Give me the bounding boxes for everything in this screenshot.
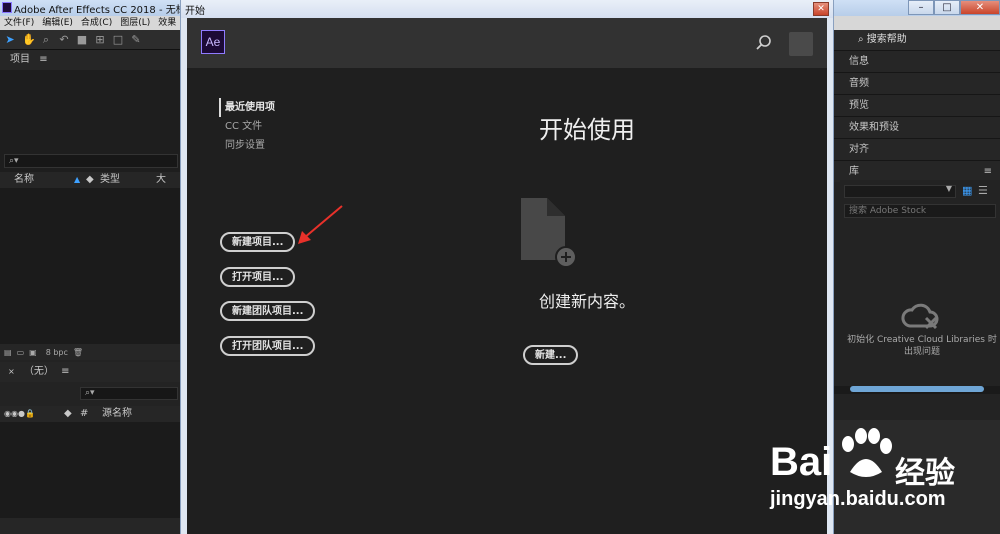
menu-file[interactable]: 文件(F): [4, 16, 34, 30]
search-icon[interactable]: [755, 34, 773, 52]
ae-logo: Ae: [201, 30, 225, 54]
pen-tool-icon[interactable]: ✎: [130, 33, 142, 46]
work-area-bar[interactable]: [850, 386, 984, 392]
zoom-tool-icon[interactable]: ⌕: [40, 33, 52, 46]
app-title: Adobe After Effects CC 2018 - 无标题项: [14, 5, 206, 16]
tools-bar: ➤ ✋ ⌕ ↶ ■ ⊞ □ ✎: [0, 30, 180, 50]
dialog-content: Ae 最近使用项 CC 文件 同步设置 新建项目... 打开项目... 新建团队…: [187, 18, 827, 534]
menu-bar: 文件(F) 编辑(E) 合成(C) 图层(L) 效果: [0, 16, 180, 30]
interpret-footage-icon[interactable]: ▤: [4, 348, 12, 357]
help-search-label: 搜索帮助: [866, 34, 907, 45]
panel-audio[interactable]: 音频: [834, 72, 1000, 94]
timeline-panel-title[interactable]: （无）: [24, 366, 54, 377]
timeline-column-header: ◉◉●🔒 ◆ # 源名称: [0, 406, 180, 422]
bpc-label[interactable]: 8 bpc: [46, 348, 68, 357]
rotate-tool-icon[interactable]: ↶: [58, 33, 70, 46]
selection-tool-icon[interactable]: ➤: [4, 33, 16, 46]
start-nav: 最近使用项 CC 文件 同步设置: [219, 98, 339, 155]
dialog-close-button[interactable]: ✕: [813, 2, 829, 16]
new-document-icon: [521, 198, 577, 268]
close-window-button[interactable]: ✕: [960, 0, 1000, 15]
grid-view-icon[interactable]: ▦: [962, 184, 972, 197]
baidu-paw-icon: [842, 428, 892, 477]
panel-preview[interactable]: 预览: [834, 94, 1000, 116]
search-icon: ⌕: [858, 34, 864, 45]
panel-menu-icon[interactable]: ≡: [61, 366, 69, 377]
column-type[interactable]: 类型: [100, 172, 156, 188]
nav-sync-settings[interactable]: 同步设置: [219, 136, 339, 155]
dialog-title: 开始: [185, 6, 205, 17]
camera-tool-icon[interactable]: ■: [76, 33, 88, 46]
column-source-name[interactable]: 源名称: [102, 406, 132, 422]
project-list[interactable]: [0, 188, 180, 344]
project-column-header: 名称 ▲ ◆ 类型 大: [0, 172, 180, 188]
stock-search-input[interactable]: 搜索 Adobe Stock: [844, 204, 996, 218]
new-comp-icon[interactable]: ▣: [29, 348, 37, 357]
project-panel-title: 项目: [10, 54, 30, 65]
project-footer: ▤ ▭ ▣ 8 bpc 🗑: [0, 344, 180, 360]
new-folder-icon[interactable]: ▭: [17, 348, 25, 357]
timeline-search-input[interactable]: ⌕▾: [80, 387, 178, 400]
annotation-arrow: [298, 205, 343, 244]
menu-composition[interactable]: 合成(C): [81, 16, 112, 30]
av-switches-icon: ◉◉●🔒: [4, 409, 35, 418]
watermark-brand: Bai: [770, 440, 833, 484]
ae-app-icon: [2, 2, 12, 13]
tag-icon: ◆: [86, 174, 94, 185]
sort-up-icon: ▲: [74, 175, 81, 184]
timeline-footer: [0, 518, 180, 534]
timeline-panel-header: × （无） ≡: [0, 362, 180, 382]
watermark-brand-suffix: 经验: [895, 456, 955, 491]
menu-effect[interactable]: 效果: [158, 16, 176, 30]
minimize-button[interactable]: –: [908, 0, 934, 15]
window-controls: – □ ✕: [908, 0, 1000, 16]
dialog-title-bar: [181, 0, 833, 18]
cc-libraries-error: 初始化 Creative Cloud Libraries 时出现问题: [847, 335, 997, 357]
menu-edit[interactable]: 编辑(E): [42, 16, 73, 30]
panel-info[interactable]: 信息: [834, 50, 1000, 72]
cloud-error-icon: [901, 303, 939, 330]
menu-bar-right: [834, 16, 1000, 30]
maximize-button[interactable]: □: [934, 0, 960, 15]
column-size[interactable]: 大: [156, 172, 166, 188]
panel-effects-presets[interactable]: 效果和预设: [834, 116, 1000, 138]
column-number[interactable]: #: [80, 406, 102, 422]
trash-icon[interactable]: 🗑: [73, 348, 83, 357]
panel-align[interactable]: 对齐: [834, 138, 1000, 160]
nav-cc-files[interactable]: CC 文件: [219, 117, 339, 136]
libraries-title: 库: [849, 166, 859, 177]
user-avatar[interactable]: [789, 32, 813, 56]
nav-recent[interactable]: 最近使用项: [219, 98, 339, 117]
open-team-project-button[interactable]: 打开团队项目...: [220, 336, 316, 356]
library-select[interactable]: ▼: [844, 184, 956, 198]
watermark-url: jingyan.baidu.com: [770, 488, 946, 510]
open-project-button[interactable]: 打开项目...: [220, 267, 296, 287]
project-search-input[interactable]: ⌕▾: [4, 154, 178, 168]
chevron-down-icon: ▼: [945, 184, 952, 193]
list-view-icon[interactable]: ☰: [978, 184, 988, 197]
panel-menu-icon[interactable]: ≡: [39, 54, 47, 65]
column-name[interactable]: 名称: [14, 172, 74, 188]
help-search-row[interactable]: ⌕ 搜索帮助: [834, 30, 1000, 50]
new-team-project-button[interactable]: 新建团队项目...: [220, 301, 316, 321]
timeline-layer-list[interactable]: [0, 422, 180, 518]
rectangle-tool-icon[interactable]: □: [112, 33, 124, 46]
libraries-content: ▼ ▦ ☰ 搜索 Adobe Stock 初始化 Creative Cloud …: [840, 180, 1000, 360]
create-new-content-text: 创建新内容。: [538, 292, 635, 311]
tag-icon: ◆: [64, 408, 72, 419]
close-tab-icon[interactable]: ×: [8, 367, 15, 376]
new-button[interactable]: 新建...: [523, 345, 579, 365]
panel-libraries[interactable]: 库 ≡: [834, 160, 1000, 182]
start-dialog: 开始 ✕ Ae 最近使用项 CC 文件 同步设置 新建项目... 打开项目...…: [180, 0, 834, 534]
menu-layer[interactable]: 图层(L): [120, 16, 150, 30]
dialog-header: [187, 18, 827, 68]
get-started-title: 开始使用: [539, 116, 635, 144]
pan-behind-tool-icon[interactable]: ⊞: [94, 33, 106, 46]
hand-tool-icon[interactable]: ✋: [22, 33, 36, 46]
project-panel-header: 项目 ≡: [0, 50, 180, 70]
